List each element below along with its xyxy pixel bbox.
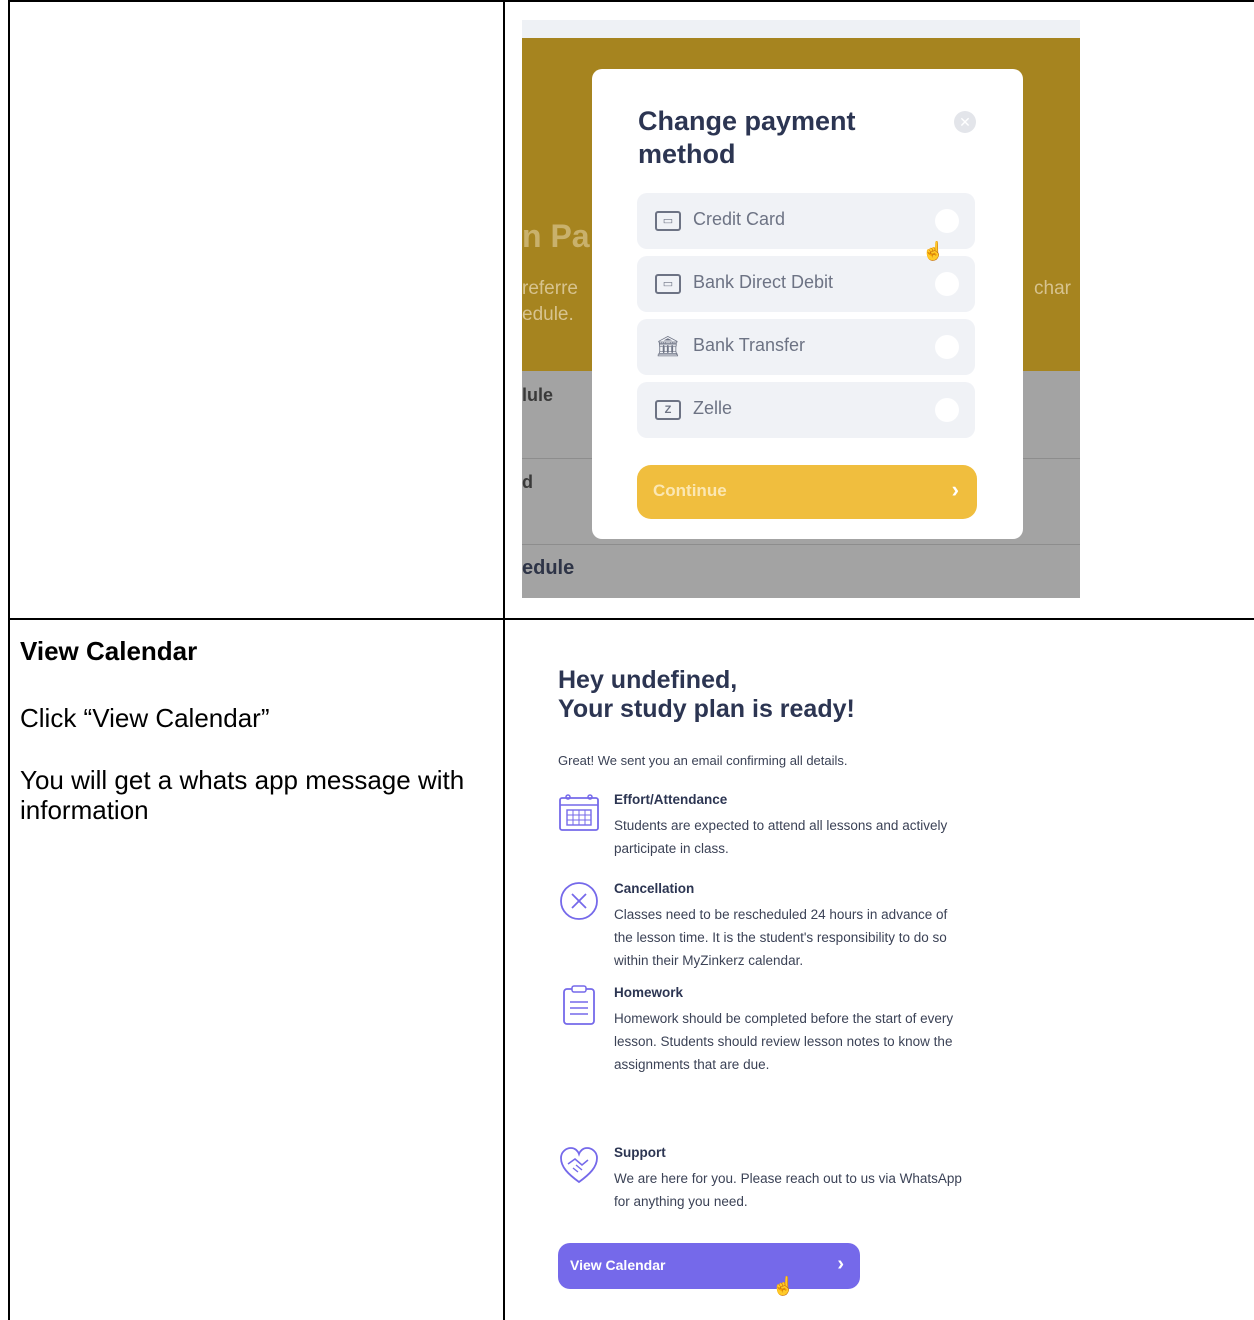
hand-cursor-icon: ☝ — [772, 1276, 795, 1296]
title-line: Your study plan is ready! — [558, 695, 855, 723]
item-title: Cancellation — [614, 881, 695, 896]
option-label: Bank Transfer — [693, 335, 806, 355]
modal-title: Change payment method — [638, 106, 856, 169]
option-bank-direct-debit[interactable]: ▭ Bank Direct Debit — [637, 256, 975, 312]
cancel-circle-icon — [560, 882, 598, 920]
option-label: Bank Direct Debit — [693, 272, 834, 292]
option-label: Zelle — [693, 398, 733, 418]
background-row-label: d — [522, 472, 533, 492]
note-text: You will get a whats app message with in… — [20, 765, 465, 825]
item-description: Homework should be completed before the … — [614, 1011, 954, 1072]
item-title: Effort/Attendance — [614, 792, 728, 807]
close-icon[interactable]: ✕ — [954, 111, 976, 133]
radio-button[interactable] — [935, 272, 959, 296]
payment-method-modal: Change payment method ✕ ▭ Credit Card ▭ … — [592, 69, 1023, 539]
option-bank-transfer[interactable]: 🏛 Bank Transfer — [637, 319, 975, 375]
view-calendar-button[interactable]: View Calendar › — [558, 1243, 860, 1289]
card-icon: ▭ — [655, 211, 681, 231]
cell-heading: View Calendar — [20, 636, 198, 666]
bank-icon: 🏛 — [655, 336, 681, 358]
page-title: Hey undefined, Your study plan is ready! — [558, 666, 855, 724]
chevron-right-icon: › — [837, 1253, 844, 1275]
table-column-divider — [503, 0, 505, 1320]
browser-strip — [522, 20, 1080, 38]
radio-button[interactable] — [935, 335, 959, 359]
background-text: referre — [522, 278, 578, 299]
card-icon: ▭ — [655, 274, 681, 294]
background-row-label: lule — [522, 385, 554, 405]
continue-label: Continue — [653, 481, 727, 500]
background-text: char — [1034, 278, 1071, 299]
row-separator — [522, 544, 1080, 545]
calendar-icon — [559, 794, 599, 831]
title-line: Hey undefined, — [558, 666, 738, 694]
item-title: Homework — [614, 985, 684, 1000]
handshake-heart-icon — [560, 1147, 598, 1184]
zelle-icon: Z — [655, 400, 681, 420]
option-label: Credit Card — [693, 209, 786, 229]
confirmation-text: Great! We sent you an email confirming a… — [558, 753, 848, 768]
background-text: edule. — [522, 304, 574, 325]
clipboard-icon — [563, 985, 595, 1025]
background-row-label: edule — [522, 557, 575, 579]
instruction-cell: View Calendar Click “View Calendar” You … — [20, 636, 480, 857]
hand-cursor-icon: ☝ — [922, 241, 945, 261]
radio-button[interactable] — [935, 209, 959, 233]
table-row-divider — [8, 618, 1254, 620]
continue-button[interactable]: Continue › — [637, 465, 977, 519]
item-description: Classes need to be rescheduled 24 hours … — [614, 907, 948, 968]
item-title: Support — [614, 1145, 666, 1160]
table-border-top — [8, 0, 1254, 2]
option-zelle[interactable]: Z Zelle — [637, 382, 975, 438]
view-calendar-label: View Calendar — [570, 1257, 666, 1273]
item-description: We are here for you. Please reach out to… — [614, 1171, 962, 1209]
payment-method-screenshot: n Pa referre edule. char lule d edule Ch… — [522, 20, 1080, 598]
study-plan-screenshot: Hey undefined, Your study plan is ready!… — [540, 648, 980, 1308]
radio-button[interactable] — [935, 398, 959, 422]
chevron-right-icon: › — [951, 477, 959, 502]
background-title: n Pa — [522, 218, 590, 254]
table-border-left — [8, 0, 10, 1320]
step-text: Click “View Calendar” — [20, 703, 270, 733]
item-description: Students are expected to attend all less… — [614, 818, 948, 856]
